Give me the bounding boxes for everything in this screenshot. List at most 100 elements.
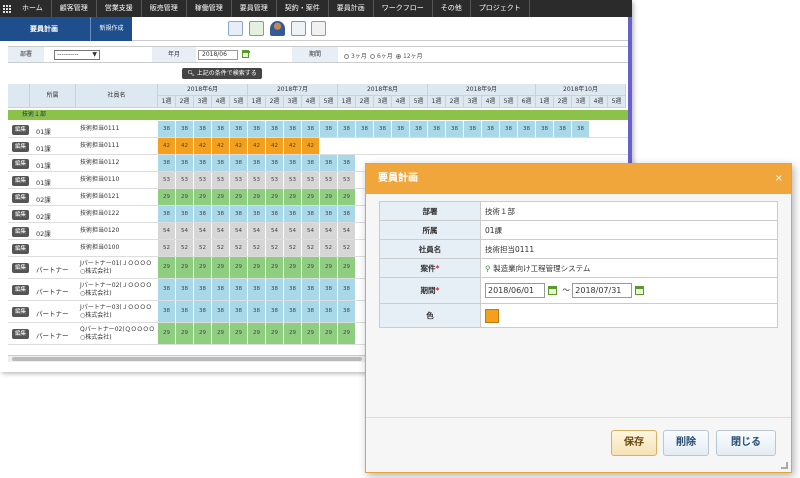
plan-cell[interactable]: 38 (410, 121, 428, 137)
plan-cell[interactable]: 38 (500, 121, 518, 137)
employee-cell[interactable]: 技術担当0111 (80, 125, 156, 133)
plan-cell[interactable]: 42 (302, 138, 320, 154)
plan-cell[interactable]: 29 (194, 323, 212, 344)
menu-item[interactable]: 要員管理 (232, 0, 277, 17)
plan-cell[interactable]: 38 (428, 121, 446, 137)
plan-cell[interactable]: 54 (284, 223, 302, 239)
plan-cell[interactable]: 29 (338, 257, 356, 278)
menu-item[interactable]: 稼働管理 (187, 0, 232, 17)
plan-cell[interactable]: 42 (212, 138, 230, 154)
plan-cell[interactable]: 38 (230, 279, 248, 300)
menu-item[interactable]: 契約・案件 (277, 0, 329, 17)
menu-item[interactable]: 販売管理 (142, 0, 187, 17)
plan-cell[interactable]: 38 (284, 206, 302, 222)
edit-button[interactable]: 編集 (12, 226, 29, 237)
plan-cell[interactable]: 29 (176, 323, 194, 344)
plan-cell[interactable]: 53 (284, 172, 302, 188)
plan-cell[interactable]: 54 (338, 223, 356, 239)
plan-cell[interactable]: 38 (284, 301, 302, 322)
plan-cell[interactable]: 38 (446, 121, 464, 137)
plan-cell[interactable]: 38 (176, 155, 194, 171)
plan-cell[interactable]: 38 (248, 155, 266, 171)
plan-cell[interactable]: 54 (212, 223, 230, 239)
plan-cell[interactable]: 52 (176, 240, 194, 256)
plan-cell[interactable]: 29 (302, 257, 320, 278)
plan-cell[interactable]: 53 (338, 172, 356, 188)
close-button[interactable]: 閉じる (716, 430, 776, 456)
list-icon[interactable] (311, 21, 326, 36)
period-radio-3[interactable]: 3ヶ月 (344, 51, 367, 60)
edit-button[interactable]: 編集 (12, 329, 29, 339)
edit-button[interactable]: 編集 (12, 124, 29, 135)
menu-item[interactable]: 顧客管理 (52, 0, 97, 17)
plan-cell[interactable]: 42 (194, 138, 212, 154)
calendar-icon[interactable] (228, 21, 243, 36)
plan-cell[interactable]: 38 (248, 206, 266, 222)
plan-cell[interactable]: 54 (194, 223, 212, 239)
plan-cell[interactable]: 42 (284, 138, 302, 154)
save-button[interactable]: 保存 (611, 430, 657, 456)
plan-cell[interactable]: 38 (212, 279, 230, 300)
plan-cell[interactable]: 38 (572, 121, 590, 137)
plan-cell[interactable]: 38 (302, 206, 320, 222)
plan-cell[interactable]: 38 (518, 121, 536, 137)
plan-cell[interactable]: 38 (194, 206, 212, 222)
plan-cell[interactable]: 38 (212, 206, 230, 222)
plan-cell[interactable]: 29 (194, 257, 212, 278)
plan-cell[interactable]: 38 (212, 155, 230, 171)
plan-cell[interactable]: 52 (212, 240, 230, 256)
plan-cell[interactable]: 29 (284, 257, 302, 278)
search-icon[interactable]: ⚲ (485, 264, 493, 273)
edit-button[interactable]: 編集 (12, 158, 29, 169)
plan-cell[interactable]: 38 (176, 279, 194, 300)
employee-cell[interactable]: 技術担当0111 (80, 142, 156, 150)
employee-cell[interactable]: Jパートナー01(ＪＯＯＯＯ○株式会社) (80, 260, 156, 276)
plan-cell[interactable]: 29 (266, 323, 284, 344)
plan-cell[interactable]: 29 (230, 323, 248, 344)
edit-icon[interactable] (291, 21, 306, 36)
delete-button[interactable]: 削除 (663, 430, 709, 456)
plan-cell[interactable]: 29 (158, 189, 176, 205)
plan-cell[interactable]: 52 (248, 240, 266, 256)
plan-cell[interactable]: 29 (248, 323, 266, 344)
project-value[interactable]: 製造業向け工程管理システム (493, 264, 590, 273)
plan-cell[interactable]: 29 (176, 189, 194, 205)
plan-cell[interactable]: 38 (320, 155, 338, 171)
plan-cell[interactable]: 29 (212, 323, 230, 344)
dept-select[interactable]: ---------- ▼ (54, 50, 100, 60)
plan-cell[interactable]: 38 (338, 121, 356, 137)
plan-cell[interactable]: 38 (176, 301, 194, 322)
employee-cell[interactable]: 技術担当0122 (80, 210, 156, 218)
plan-cell[interactable]: 54 (176, 223, 194, 239)
plan-cell[interactable]: 38 (284, 121, 302, 137)
plan-cell[interactable]: 38 (284, 279, 302, 300)
plan-cell[interactable]: 29 (266, 189, 284, 205)
employee-cell[interactable]: Jパートナー03(ＪＯＯＯＯ○株式会社) (80, 304, 156, 320)
period-radio-12[interactable]: 12ヶ月 (396, 51, 423, 60)
plan-cell[interactable]: 38 (158, 155, 176, 171)
plan-cell[interactable]: 38 (302, 155, 320, 171)
plan-cell[interactable]: 38 (212, 301, 230, 322)
plan-cell[interactable]: 38 (248, 301, 266, 322)
plan-cell[interactable]: 38 (374, 121, 392, 137)
tab-staff-plan[interactable]: 要員計画 (0, 17, 90, 41)
plan-cell[interactable]: 38 (194, 279, 212, 300)
plan-cell[interactable]: 29 (176, 257, 194, 278)
menu-item[interactable]: ホーム (14, 0, 52, 17)
plan-cell[interactable]: 38 (338, 206, 356, 222)
plan-cell[interactable]: 54 (230, 223, 248, 239)
plan-cell[interactable]: 52 (158, 240, 176, 256)
color-swatch[interactable] (485, 308, 499, 323)
plan-cell[interactable]: 29 (266, 257, 284, 278)
plan-cell[interactable]: 38 (194, 121, 212, 137)
edit-button[interactable]: 編集 (12, 209, 29, 220)
date-from-input[interactable]: 2018/06/01 (485, 283, 545, 298)
plan-cell[interactable]: 38 (158, 301, 176, 322)
plan-cell[interactable]: 38 (338, 279, 356, 300)
plan-cell[interactable]: 29 (158, 257, 176, 278)
employee-cell[interactable]: 技術担当0100 (80, 244, 156, 252)
plan-cell[interactable]: 29 (338, 323, 356, 344)
plan-cell[interactable]: 38 (266, 206, 284, 222)
plan-cell[interactable]: 38 (338, 301, 356, 322)
plan-cell[interactable]: 54 (266, 223, 284, 239)
